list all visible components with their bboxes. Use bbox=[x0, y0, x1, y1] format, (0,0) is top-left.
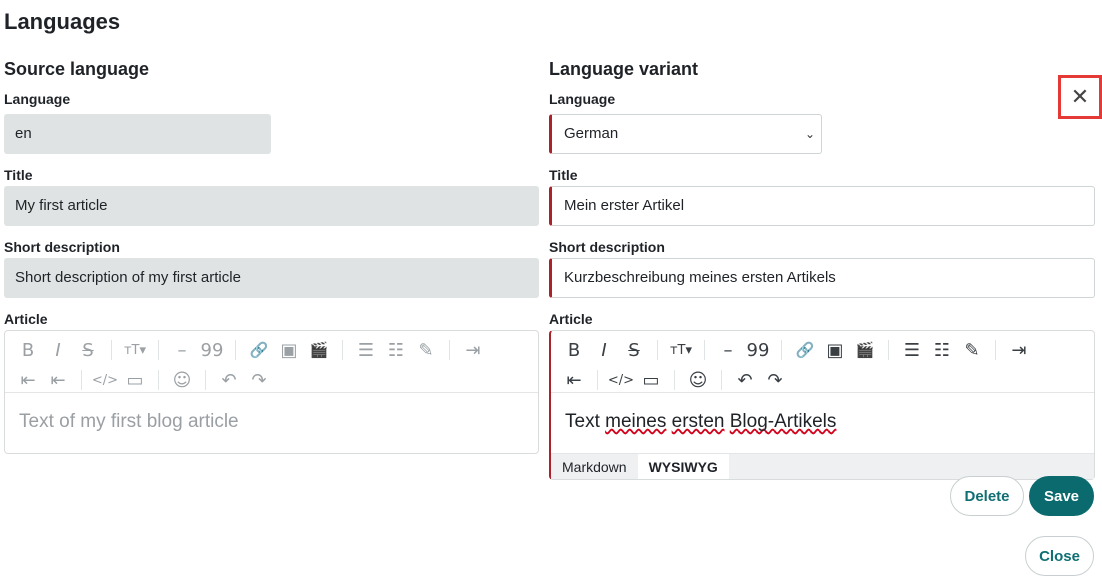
quote-icon: 99 bbox=[200, 339, 224, 361]
horizontal-rule-icon[interactable]: – bbox=[713, 337, 743, 363]
strikethrough-icon[interactable]: S bbox=[619, 337, 649, 363]
code-icon: </> bbox=[91, 372, 119, 388]
bold-icon[interactable]: B bbox=[559, 337, 589, 363]
image-icon[interactable]: ▣ bbox=[820, 337, 850, 363]
variant-language-value: German bbox=[564, 125, 619, 142]
variant-language-select[interactable]: German ⌄ bbox=[549, 114, 822, 154]
source-article-text: Text of my first blog article bbox=[19, 411, 239, 432]
variant-language-label: Language bbox=[549, 91, 616, 107]
source-title-label: Title bbox=[4, 167, 33, 183]
redo-icon: ↷ bbox=[251, 369, 267, 391]
variant-article-label: Article bbox=[549, 311, 593, 327]
heading-icon: тT▾ bbox=[123, 342, 147, 358]
tab-wysiwyg[interactable]: WYSIWYG bbox=[637, 454, 729, 479]
bullet-list-icon: ☰ bbox=[357, 339, 375, 361]
numbered-list-icon[interactable]: ☷ bbox=[927, 337, 957, 363]
redo-icon[interactable]: ↷ bbox=[760, 367, 790, 393]
source-short-label: Short description bbox=[4, 239, 120, 255]
heading-icon[interactable]: тT▾ bbox=[666, 337, 696, 363]
image-icon: ▣ bbox=[280, 339, 298, 361]
strikethrough-icon: S bbox=[82, 339, 94, 361]
save-button[interactable]: Save bbox=[1029, 476, 1094, 516]
numbered-list-icon: ☷ bbox=[387, 339, 405, 361]
undo-icon: ↶ bbox=[221, 369, 237, 391]
bullet-list-icon[interactable]: ☰ bbox=[897, 337, 927, 363]
video-icon: 🎬 bbox=[309, 341, 329, 359]
source-article-editor: B I S тT▾ – 99 🔗 ▣ 🎬 ☰ ☷ ✎ ⇥ ⇤ ⇤ </> ▭ ☺… bbox=[4, 330, 539, 454]
source-editor-toolbar: B I S тT▾ – 99 🔗 ▣ 🎬 ☰ ☷ ✎ ⇥ ⇤ ⇤ </> ▭ ☺… bbox=[5, 331, 538, 393]
source-title-value: My first article bbox=[4, 186, 539, 226]
variant-title-label: Title bbox=[549, 167, 578, 183]
editor-mode-tabs: Markdown WYSIWYG bbox=[551, 453, 1094, 479]
code-block-icon: ▭ bbox=[126, 369, 144, 391]
task-list-icon[interactable]: ✎ bbox=[957, 337, 987, 363]
source-language-value: en bbox=[4, 114, 271, 154]
chevron-down-icon: ⌄ bbox=[804, 127, 815, 141]
quote-icon[interactable]: 99 bbox=[743, 337, 773, 363]
variant-title-input[interactable]: Mein erster Artikel bbox=[549, 186, 1095, 226]
variant-editor-toolbar: B I S тT▾ – 99 🔗 ▣ 🎬 ☰ ☷ ✎ ⇥ ⇤ </> ▭ ☺ ↶… bbox=[551, 331, 1094, 393]
variant-article-editor[interactable]: B I S тT▾ – 99 🔗 ▣ 🎬 ☰ ☷ ✎ ⇥ ⇤ </> ▭ ☺ ↶… bbox=[549, 330, 1095, 480]
italic-icon: I bbox=[55, 339, 61, 361]
variant-section-title: Language variant bbox=[549, 59, 699, 79]
link-icon: 🔗 bbox=[249, 341, 269, 359]
undo-icon[interactable]: ↶ bbox=[730, 367, 760, 393]
language-variant-panel: Language variant Language German ⌄ Title… bbox=[549, 58, 1095, 480]
source-section-title: Source language bbox=[4, 59, 150, 79]
link-icon[interactable]: 🔗 bbox=[790, 337, 820, 363]
source-language-panel: Source language Language en Title My fir… bbox=[4, 58, 539, 454]
variant-short-input[interactable]: Kurzbeschreibung meines ersten Artikels bbox=[549, 258, 1095, 298]
delete-button[interactable]: Delete bbox=[950, 476, 1024, 516]
bold-icon: B bbox=[21, 339, 35, 361]
close-icon[interactable]: ✕ bbox=[1058, 75, 1102, 119]
task-list-icon: ✎ bbox=[418, 339, 434, 361]
outdent-icon: ⇤ bbox=[20, 369, 36, 391]
variant-article-text[interactable]: Text meines ersten Blog-Artikels bbox=[551, 393, 1094, 453]
outdent-icon[interactable]: ⇤ bbox=[559, 367, 589, 393]
tab-markdown[interactable]: Markdown bbox=[551, 454, 638, 479]
code-block-icon[interactable]: ▭ bbox=[636, 367, 666, 393]
horizontal-rule-icon: – bbox=[177, 339, 187, 361]
source-language-label: Language bbox=[4, 91, 71, 107]
indent-icon[interactable]: ⇥ bbox=[1004, 337, 1034, 363]
emoji-icon[interactable]: ☺ bbox=[683, 367, 713, 393]
video-icon[interactable]: 🎬 bbox=[850, 337, 880, 363]
indent-icon: ⇥ bbox=[465, 339, 481, 361]
page-title: Languages bbox=[4, 9, 121, 34]
close-button[interactable]: Close bbox=[1025, 536, 1094, 576]
code-icon[interactable]: </> bbox=[606, 367, 636, 393]
emoji-icon: ☺ bbox=[172, 369, 192, 391]
variant-short-label: Short description bbox=[549, 239, 665, 255]
source-short-value: Short description of my first article bbox=[4, 258, 539, 298]
source-article-label: Article bbox=[4, 311, 48, 327]
italic-icon[interactable]: I bbox=[589, 337, 619, 363]
outdent-icon: ⇤ bbox=[50, 369, 66, 391]
